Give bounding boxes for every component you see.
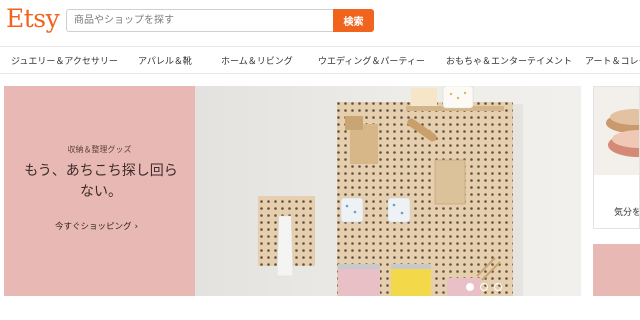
chevron-right-icon: › xyxy=(134,222,139,232)
shop-now-link[interactable]: 今すぐショッピング › xyxy=(55,220,138,232)
pegboard-illustration xyxy=(258,86,523,296)
hero-headline: もう、あちこち探し回らない。 xyxy=(24,163,178,200)
carousel-dot-2[interactable] xyxy=(480,283,488,291)
hero-text-panel: 収納＆整理グッズ もう、あちこち探し回らない。 今すぐショッピング › xyxy=(4,86,195,296)
nav-item-wedding[interactable]: ウエディング＆パーティー xyxy=(318,54,425,67)
nav-item-toys[interactable]: おもちゃ＆エンターテイメント xyxy=(446,54,572,67)
search-bar: 検索 xyxy=(66,9,374,32)
etsy-logo[interactable]: Etsy xyxy=(6,4,60,33)
hero-kicker: 収納＆整理グッズ xyxy=(67,145,132,154)
side-promo-card[interactable]: 気分を xyxy=(593,86,640,229)
bowls-illustration xyxy=(606,109,639,157)
search-button[interactable]: 検索 xyxy=(333,9,374,32)
nav-item-art[interactable]: アート＆コレク xyxy=(585,54,640,67)
side-promo-card-2[interactable] xyxy=(593,244,640,296)
carousel-dot-1[interactable] xyxy=(466,283,474,291)
nav-item-jewelry[interactable]: ジュエリー＆アクセサリー xyxy=(11,54,118,67)
nav-item-apparel[interactable]: アパレル＆靴 xyxy=(138,54,192,67)
bowls-image xyxy=(594,87,639,175)
search-input[interactable] xyxy=(66,9,333,32)
carousel-dot-3[interactable] xyxy=(494,283,502,291)
nav-item-home-living[interactable]: ホーム＆リビング xyxy=(221,54,293,67)
hero-banner[interactable]: 収納＆整理グッズ もう、あちこち探し回らない。 今すぐショッピング › xyxy=(4,86,581,296)
side-card-text: 気分を xyxy=(614,208,640,218)
hero-image xyxy=(195,86,581,296)
shop-now-label: 今すぐショッピング xyxy=(55,222,132,232)
site-header: Etsy 検索 xyxy=(0,0,640,46)
category-nav: ジュエリー＆アクセサリー アパレル＆靴 ホーム＆リビング ウエディング＆パーティ… xyxy=(0,46,640,74)
